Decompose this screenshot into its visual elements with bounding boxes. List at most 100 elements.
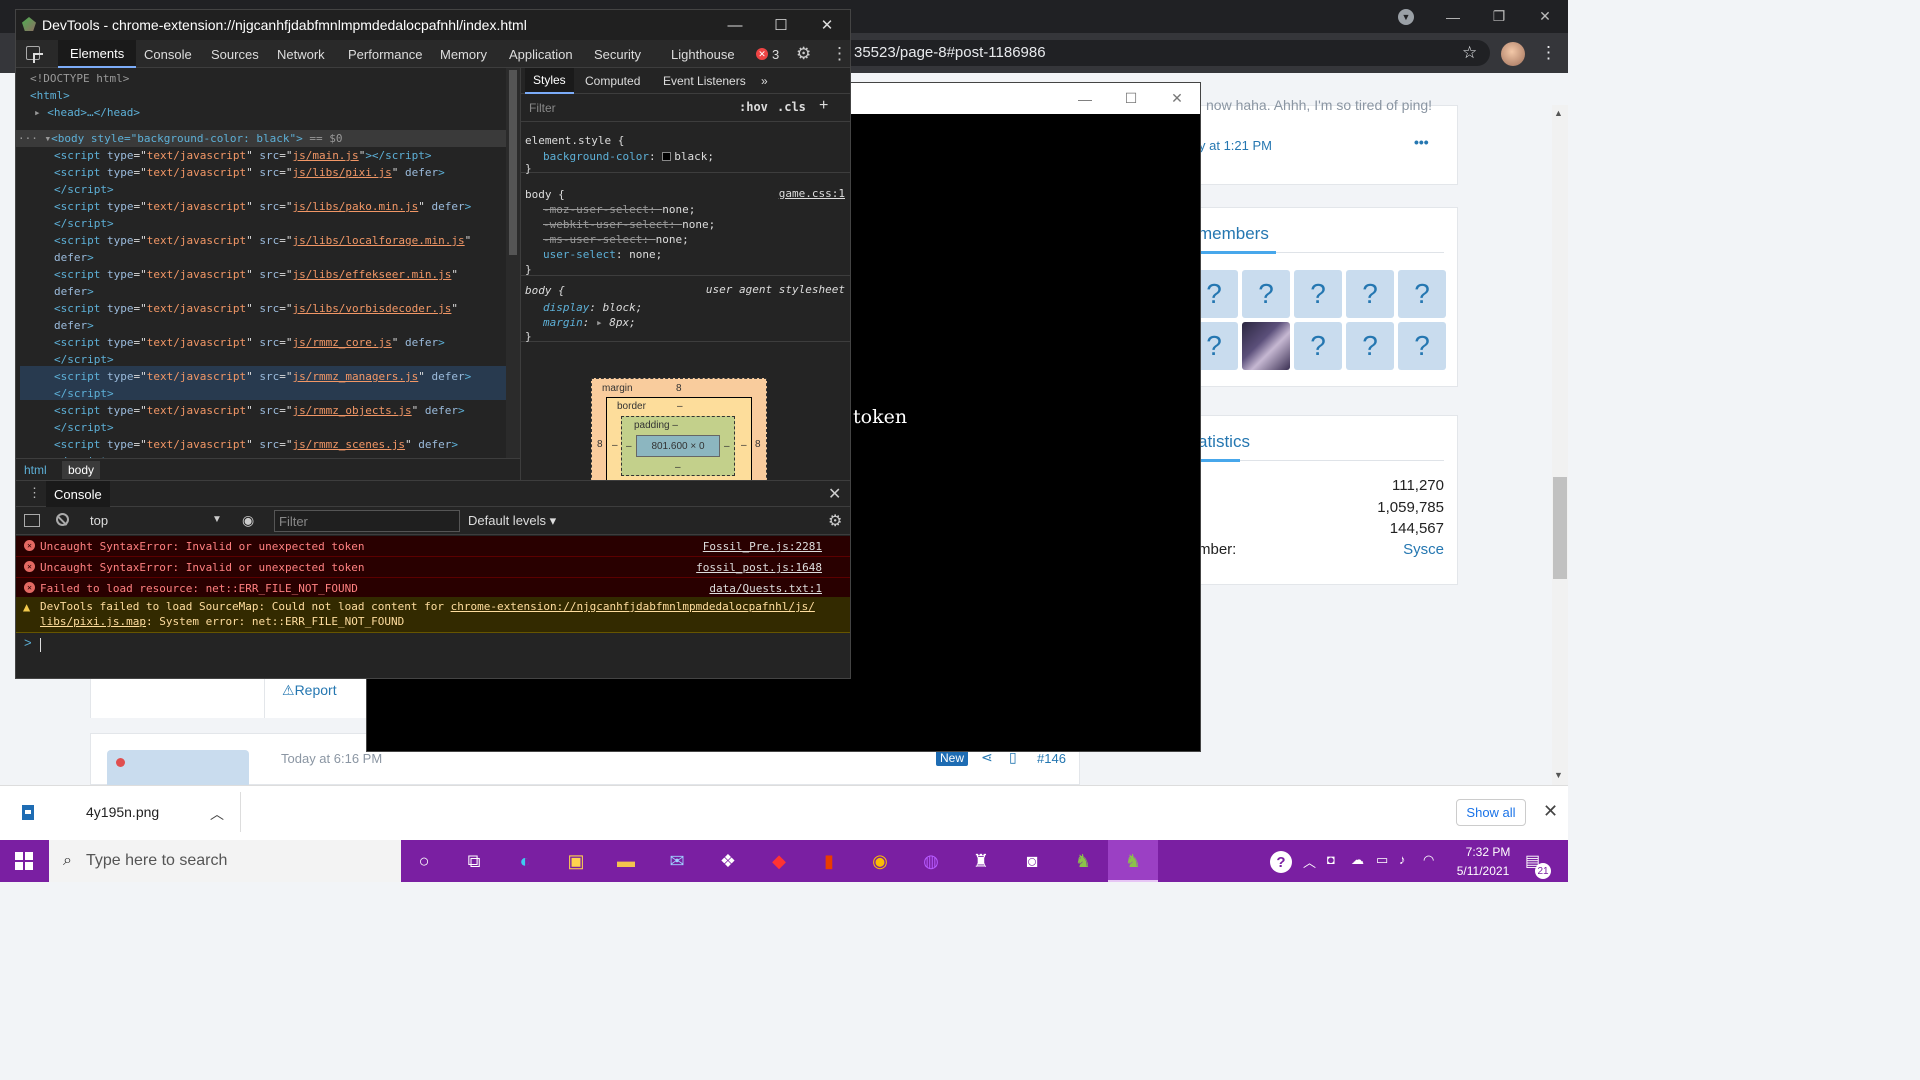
script-src-link[interactable]: js/libs/pixi.js xyxy=(292,166,391,179)
script-node[interactable]: <script type="text/javascript" src="js/m… xyxy=(54,148,432,164)
member-avatar[interactable]: ? xyxy=(1346,270,1394,318)
chrome-icon[interactable]: ◉ xyxy=(867,848,893,874)
maximize-icon[interactable]: ☐ xyxy=(1108,83,1154,114)
page-scrollbar-thumb[interactable] xyxy=(1553,477,1567,579)
rule-property[interactable]: -ms-user-select: none; xyxy=(543,232,689,247)
post-time[interactable]: Today at 6:16 PM xyxy=(281,751,382,766)
game-icon[interactable]: ♞ xyxy=(1070,848,1096,874)
member-avatar[interactable]: ? xyxy=(1294,270,1342,318)
office-icon[interactable]: ▮ xyxy=(816,848,842,874)
chrome-profile-menu-icon[interactable]: ▼ xyxy=(1398,9,1414,25)
drawer-menu-icon[interactable]: ⋮ xyxy=(28,485,41,501)
script-node[interactable]: <script type="text/javascript" src="js/l… xyxy=(54,301,458,317)
discord-icon[interactable]: ◙ xyxy=(1019,848,1045,874)
tab-security[interactable]: Security xyxy=(582,40,653,68)
tab-performance[interactable]: Performance xyxy=(336,40,434,68)
color-swatch-icon[interactable] xyxy=(662,152,672,161)
avatar[interactable] xyxy=(107,750,249,785)
members-title[interactable]: members xyxy=(1198,224,1269,244)
show-all-button[interactable]: Show all xyxy=(1456,799,1526,826)
script-node[interactable]: <script type="text/javascript" src="js/r… xyxy=(54,437,458,453)
battery-icon[interactable]: ▭ xyxy=(1376,852,1388,868)
mail-icon[interactable]: ✉ xyxy=(664,848,690,874)
rule-property[interactable]: -webkit-user-select: none; xyxy=(543,217,715,232)
tab-lighthouse[interactable]: Lighthouse xyxy=(659,40,747,68)
padding-bottom-value[interactable]: – xyxy=(675,462,681,473)
expand-triangle-icon[interactable]: ▸ xyxy=(34,106,47,119)
error-source-link[interactable]: Fossil_Pre.js:2281 xyxy=(703,540,822,553)
clock-date[interactable]: 5/11/2021 xyxy=(1448,864,1518,878)
volume-icon[interactable]: ♪ xyxy=(1399,852,1406,867)
console-sidebar-icon[interactable] xyxy=(24,514,40,527)
app-icon[interactable]: ◆ xyxy=(766,848,792,874)
minimize-icon[interactable]: — xyxy=(1430,0,1476,33)
rule-source-link[interactable]: game.css:1 xyxy=(779,187,845,200)
statistics-title[interactable]: atistics xyxy=(1198,432,1250,452)
rule-property[interactable]: display: block; xyxy=(543,300,642,315)
doctype-node[interactable]: <!DOCTYPE html> xyxy=(30,71,129,87)
minimize-icon[interactable]: — xyxy=(712,10,758,40)
expand-triangle-icon[interactable]: ▸ xyxy=(596,316,609,329)
tab-event-listeners[interactable]: Event Listeners xyxy=(655,68,754,94)
minimize-icon[interactable]: — xyxy=(1062,83,1108,114)
store-icon[interactable]: ▣ xyxy=(563,848,589,874)
styles-filter-input[interactable]: Filter xyxy=(529,101,556,115)
script-src-link[interactable]: js/main.js xyxy=(292,149,358,162)
margin-value[interactable]: 8 xyxy=(676,383,682,394)
report-link[interactable]: ⚠Report xyxy=(282,682,337,699)
close-icon[interactable]: ✕ xyxy=(1543,801,1558,822)
scroll-down-icon[interactable]: ▼ xyxy=(1554,770,1563,780)
chevron-up-icon[interactable]: ︿ xyxy=(1303,852,1316,871)
console-filter-input[interactable]: Filter xyxy=(274,510,460,532)
download-filename[interactable]: 4y195n.png xyxy=(86,804,159,820)
tab-computed[interactable]: Computed xyxy=(577,68,648,94)
rule-property[interactable]: user-select: none; xyxy=(543,247,662,262)
file-explorer-icon[interactable]: ▬ xyxy=(613,848,639,874)
task-view-icon[interactable]: ⧉ xyxy=(461,848,487,874)
app-icon[interactable]: ♜ xyxy=(968,848,994,874)
margin-right-value[interactable]: 8 xyxy=(755,439,761,450)
border-left-value[interactable]: – xyxy=(612,440,618,451)
more-menu-icon[interactable]: ⋮ xyxy=(831,44,848,64)
member-avatar[interactable]: ? xyxy=(1398,270,1446,318)
profile-avatar[interactable] xyxy=(1501,42,1525,66)
log-levels-dropdown[interactable]: Default levels ▾ xyxy=(468,513,556,529)
script-src-link[interactable]: js/rmmz_core.js xyxy=(292,336,391,349)
more-tabs-icon[interactable]: » xyxy=(753,68,776,94)
padding-left-value[interactable]: – xyxy=(626,441,632,452)
member-avatar[interactable] xyxy=(1242,322,1290,370)
margin-left-value[interactable]: 8 xyxy=(597,439,603,450)
tab-application[interactable]: Application xyxy=(497,40,585,68)
script-node[interactable]: <script type="text/javascript" src="js/l… xyxy=(54,267,458,283)
script-src-link[interactable]: js/libs/localforage.min.js xyxy=(292,234,464,247)
taskbar-search[interactable]: ⌕ Type here to search xyxy=(49,840,401,882)
webcam-icon[interactable]: ◘ xyxy=(1327,852,1335,867)
inspect-element-icon[interactable] xyxy=(26,46,43,63)
page-scrollbar[interactable] xyxy=(1552,105,1568,785)
console-input[interactable] xyxy=(40,638,41,652)
rule-property[interactable]: margin: ▸ 8px; xyxy=(543,315,636,330)
border-right-value[interactable]: – xyxy=(741,440,747,451)
more-options-icon[interactable]: ••• xyxy=(1414,134,1429,150)
tab-console-drawer[interactable]: Console xyxy=(46,481,110,507)
script-src-link[interactable]: js/rmmz_managers.js xyxy=(292,370,418,383)
context-selector[interactable]: top xyxy=(86,511,224,531)
border-value[interactable]: – xyxy=(677,401,683,412)
hover-state-toggle[interactable]: :hov xyxy=(739,100,768,114)
error-source-link[interactable]: fossil_post.js:1648 xyxy=(696,561,822,574)
script-node[interactable]: <script type="text/javascript" src="js/r… xyxy=(54,369,471,385)
breadcrumb-html[interactable]: html xyxy=(24,463,47,477)
post-time-link[interactable]: y at 1:21 PM xyxy=(1199,138,1272,153)
devtools-icon[interactable]: ♞ xyxy=(1120,848,1146,874)
tab-elements[interactable]: Elements xyxy=(58,40,137,68)
chevron-up-icon[interactable]: ︿ xyxy=(210,804,224,824)
tab-sources[interactable]: Sources xyxy=(199,40,271,68)
script-node[interactable]: <script type="text/javascript" src="js/l… xyxy=(54,233,471,249)
script-node[interactable]: <script type="text/javascript" src="js/l… xyxy=(54,165,445,181)
start-button[interactable] xyxy=(0,840,48,882)
member-avatar[interactable]: ? xyxy=(1346,322,1394,370)
script-src-link[interactable]: js/libs/pako.min.js xyxy=(292,200,418,213)
script-src-link[interactable]: js/rmmz_scenes.js xyxy=(292,438,405,451)
tab-console[interactable]: Console xyxy=(132,40,204,68)
restore-icon[interactable]: ❐ xyxy=(1476,0,1522,33)
